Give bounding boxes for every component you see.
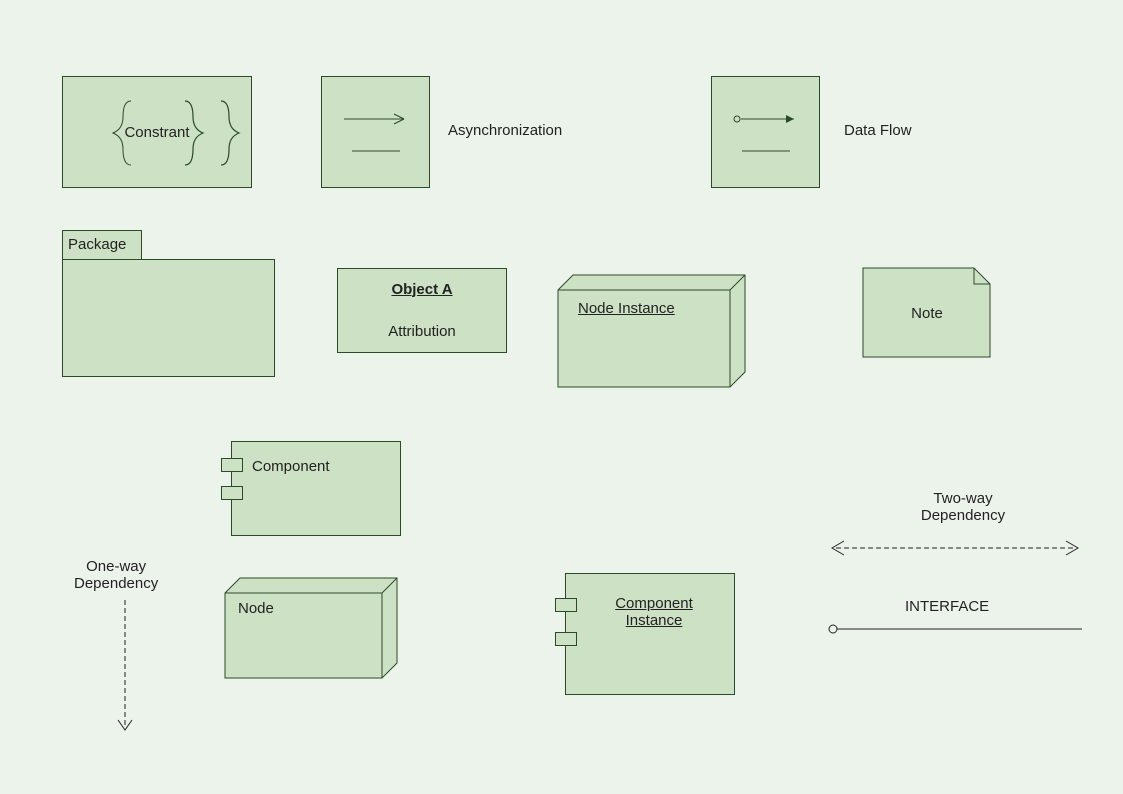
async-label: Asynchronization <box>448 122 562 139</box>
compinstance-tab2 <box>555 632 577 646</box>
compinstance-label: Component Instance <box>584 595 724 629</box>
node-instance-shape <box>555 272 750 392</box>
oneway-label2: Dependency <box>74 575 158 592</box>
object-title-wrap: Object A <box>337 268 507 310</box>
compinstance-box <box>565 573 735 695</box>
twoway-label2: Dependency <box>863 507 1063 524</box>
note-label: Note <box>862 267 992 359</box>
twoway-label1: Two-way <box>863 490 1063 507</box>
constraint-box: Constrant <box>62 76 252 188</box>
constraint-label: Constrant <box>124 124 189 141</box>
node-shape <box>222 575 400 683</box>
dataflow-label: Data Flow <box>844 122 912 139</box>
oneway-label1: One-way <box>74 558 158 575</box>
component-label: Component <box>252 458 330 475</box>
interface-line-icon <box>826 622 1084 636</box>
node-instance-label: Node Instance <box>578 300 675 317</box>
node-label: Node <box>238 600 274 617</box>
async-box <box>321 76 430 188</box>
async-arrow-icon <box>322 77 431 189</box>
compinstance-label1: Component <box>584 595 724 612</box>
compinstance-tab1 <box>555 598 577 612</box>
component-tab1 <box>221 458 243 472</box>
dataflow-arrow-icon <box>712 77 821 189</box>
object-attr: Attribution <box>337 309 507 353</box>
component-tab2 <box>221 486 243 500</box>
compinstance-label2: Instance <box>584 612 724 629</box>
oneway-label: One-way Dependency <box>74 558 158 592</box>
package-tab-label: Package <box>68 236 126 253</box>
dataflow-box <box>711 76 820 188</box>
oneway-arrow-icon <box>110 600 140 740</box>
twoway-arrow-icon <box>826 538 1084 558</box>
object-title: Object A <box>391 281 452 298</box>
component-box <box>231 441 401 536</box>
package-body <box>62 259 275 377</box>
interface-label: INTERFACE <box>905 598 989 615</box>
twoway-label: Two-way Dependency <box>863 490 1063 524</box>
